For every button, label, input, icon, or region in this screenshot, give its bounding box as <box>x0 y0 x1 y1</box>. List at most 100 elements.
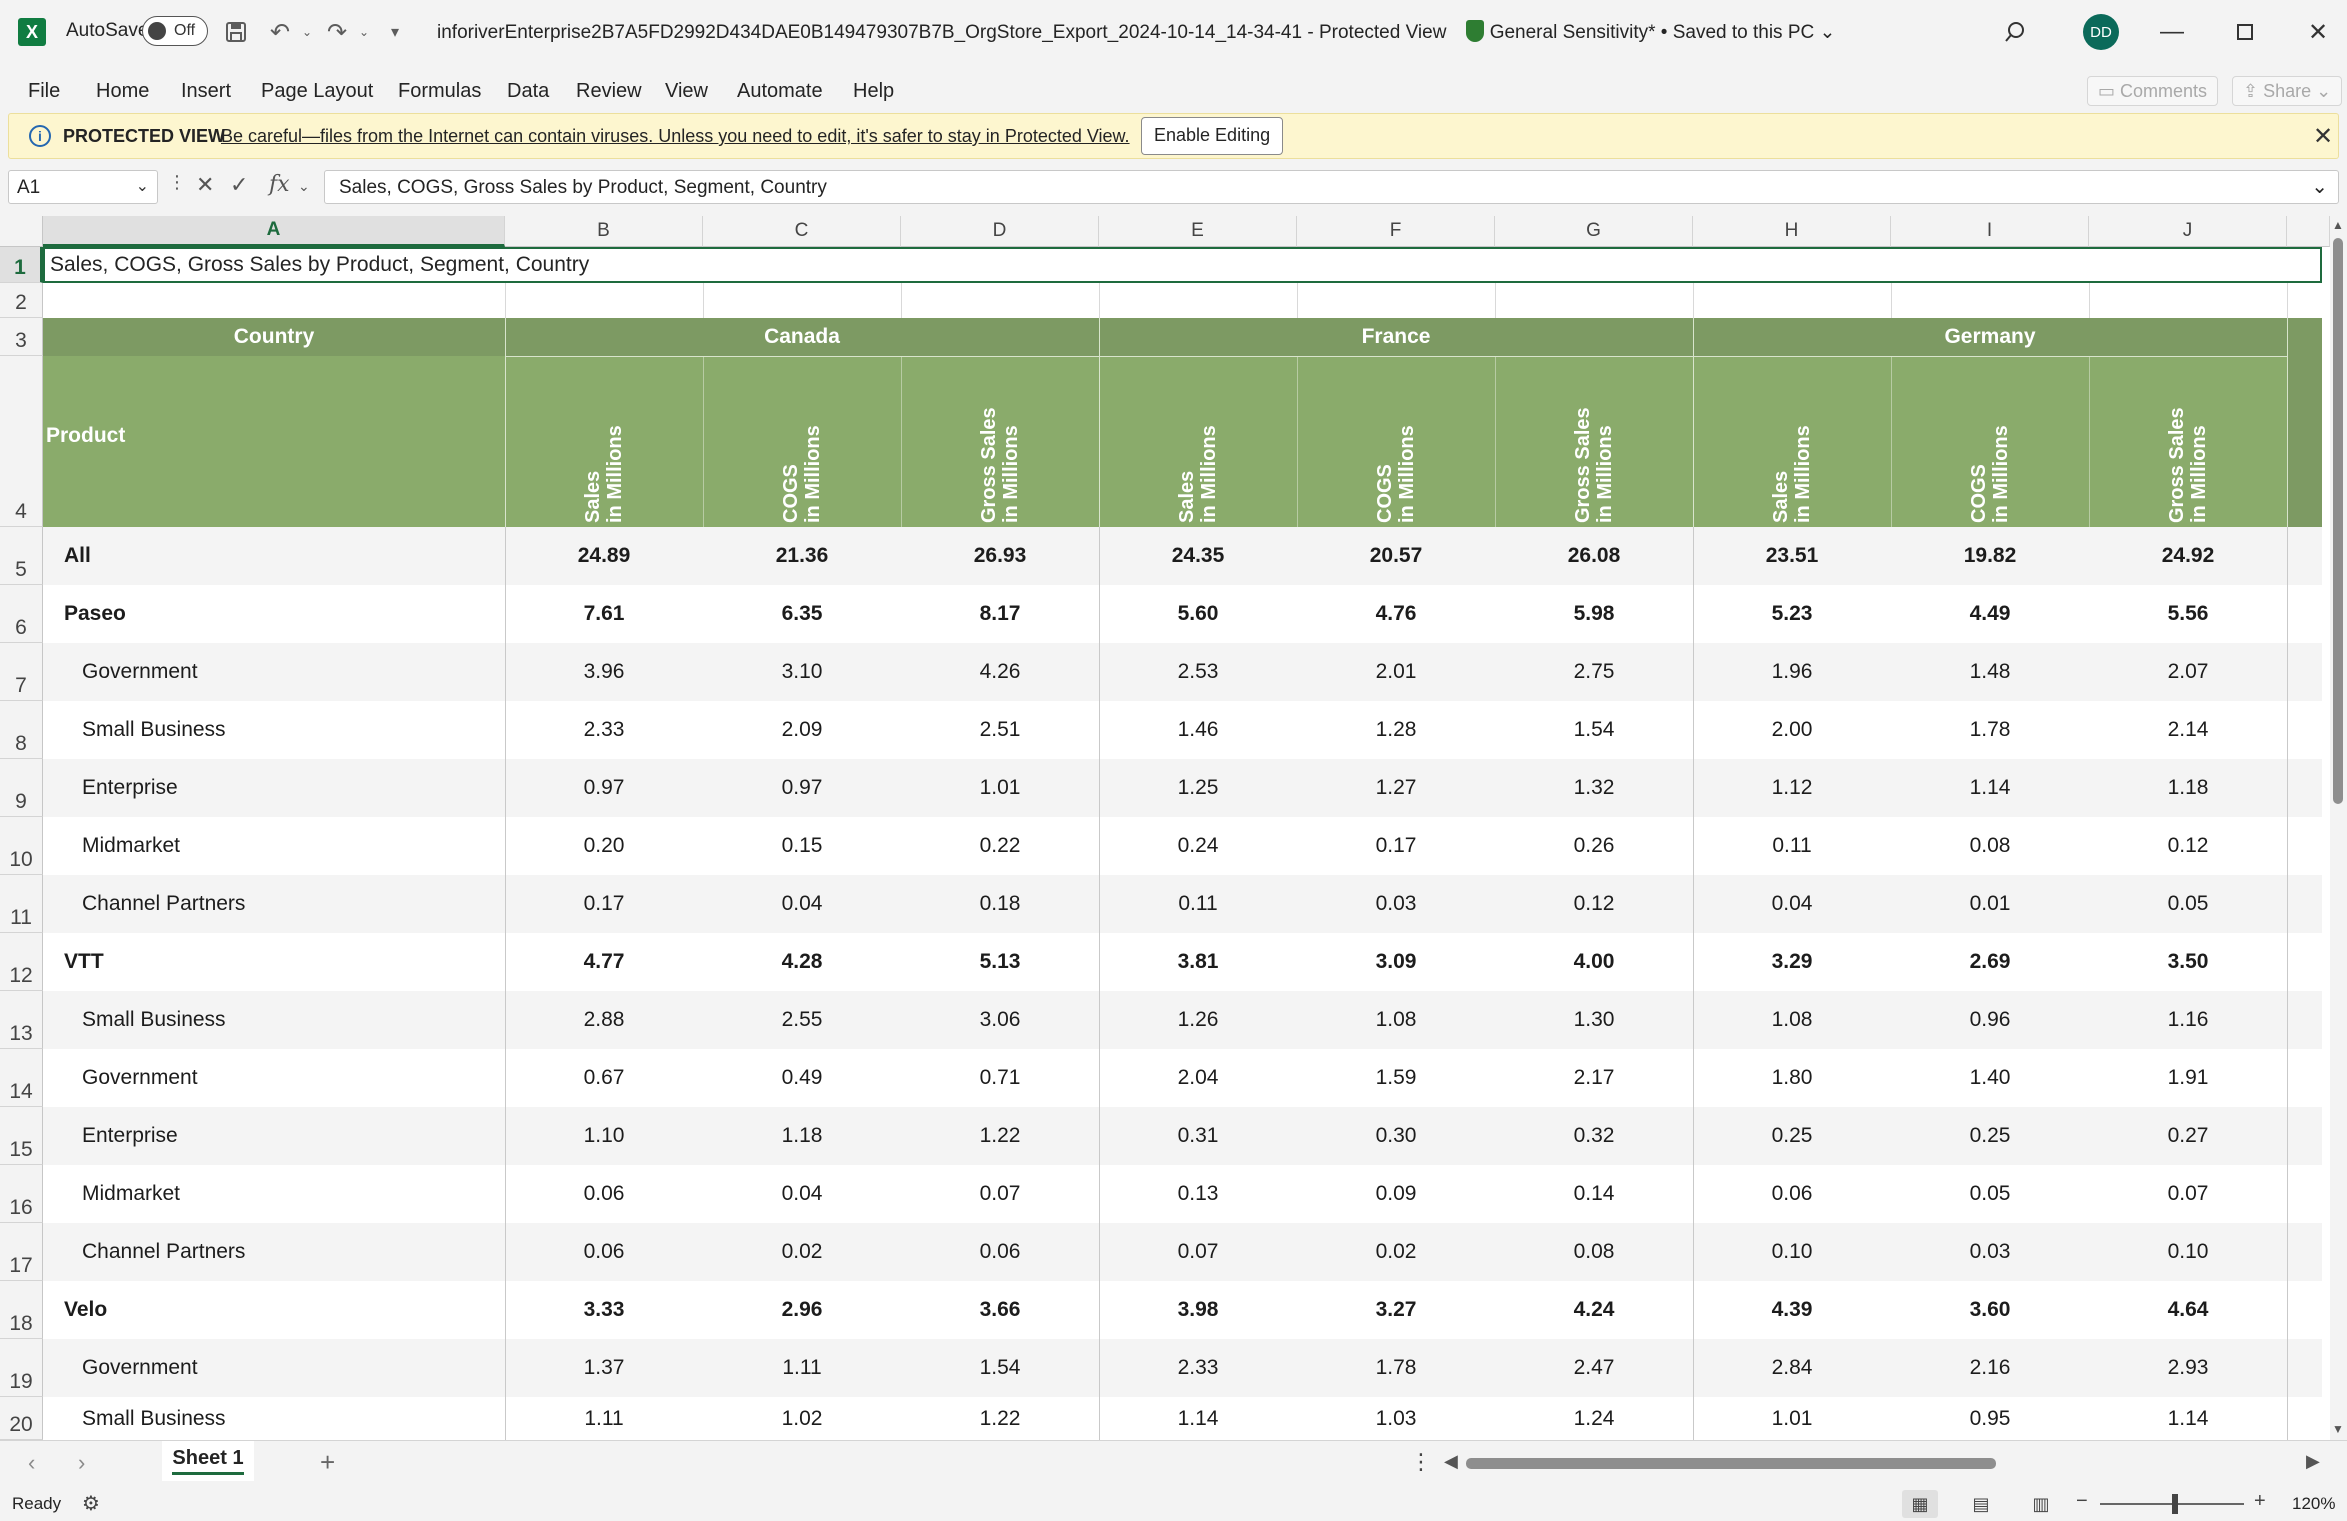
avatar[interactable]: DD <box>2083 14 2119 50</box>
more-icon[interactable]: ⋮ <box>1410 1449 1432 1475</box>
table-cell[interactable]: 0.95 <box>1891 1397 2089 1440</box>
row-header-17[interactable]: 17 <box>0 1223 43 1281</box>
column-header-c[interactable]: C <box>703 216 901 247</box>
scroll-thumb[interactable] <box>1466 1458 1996 1469</box>
row-label[interactable]: Midmarket <box>82 1165 180 1223</box>
row-label[interactable]: VTT <box>64 933 104 991</box>
close-window-icon[interactable]: ✕ <box>2298 14 2338 50</box>
table-cell[interactable]: 5.56 <box>2089 585 2287 643</box>
tab-page-layout[interactable]: Page Layout <box>261 80 373 103</box>
table-cell[interactable]: 0.06 <box>505 1165 703 1223</box>
table-cell[interactable]: 3.06 <box>901 991 1099 1049</box>
table-cell[interactable]: 2.96 <box>703 1281 901 1339</box>
row-label[interactable]: Government <box>82 1049 198 1107</box>
table-cell[interactable]: 1.12 <box>1693 759 1891 817</box>
row-header-2[interactable]: 2 <box>0 283 43 318</box>
column-header-e[interactable]: E <box>1099 216 1297 247</box>
row-header-5[interactable]: 5 <box>0 527 43 585</box>
table-cell[interactable]: 1.14 <box>1099 1397 1297 1440</box>
table-cell[interactable]: 3.60 <box>1891 1281 2089 1339</box>
table-cell[interactable]: 0.06 <box>1693 1165 1891 1223</box>
table-cell[interactable]: 0.04 <box>1693 875 1891 933</box>
share-button[interactable]: ⇪ Share ⌄ <box>2232 76 2343 106</box>
tab-home[interactable]: Home <box>96 80 149 103</box>
table-cell[interactable]: 1.78 <box>1891 701 2089 759</box>
row-header-1[interactable]: 1 <box>0 247 43 283</box>
table-cell[interactable]: 1.32 <box>1495 759 1693 817</box>
table-cell[interactable]: 1.59 <box>1297 1049 1495 1107</box>
table-cell[interactable]: 0.07 <box>901 1165 1099 1223</box>
table-cell[interactable]: 0.24 <box>1099 817 1297 875</box>
name-box[interactable]: A1 ⌄ <box>8 170 158 204</box>
table-cell[interactable]: 1.80 <box>1693 1049 1891 1107</box>
table-cell[interactable]: 0.97 <box>703 759 901 817</box>
tab-data[interactable]: Data <box>507 80 549 103</box>
chevron-down-icon[interactable]: ⌄ <box>298 178 310 195</box>
table-cell[interactable]: 7.61 <box>505 585 703 643</box>
table-cell[interactable]: 1.03 <box>1297 1397 1495 1440</box>
table-cell[interactable]: 3.29 <box>1693 933 1891 991</box>
table-cell[interactable]: 4.24 <box>1495 1281 1693 1339</box>
protected-view-message[interactable]: Be careful—files from the Internet can c… <box>221 126 1130 147</box>
table-cell[interactable]: 2.47 <box>1495 1339 1693 1397</box>
column-header-a[interactable]: A <box>43 216 505 247</box>
row-header-11[interactable]: 11 <box>0 875 43 933</box>
table-cell[interactable]: 2.09 <box>703 701 901 759</box>
table-cell[interactable]: 3.96 <box>505 643 703 701</box>
row-label[interactable]: Enterprise <box>82 759 178 817</box>
table-cell[interactable]: 0.10 <box>2089 1223 2287 1281</box>
table-cell[interactable]: 3.10 <box>703 643 901 701</box>
column-header-b[interactable]: B <box>505 216 703 247</box>
table-cell[interactable]: 2.93 <box>2089 1339 2287 1397</box>
table-cell[interactable]: 1.16 <box>2089 991 2287 1049</box>
table-cell[interactable]: 1.40 <box>1891 1049 2089 1107</box>
table-cell[interactable]: 1.01 <box>1693 1397 1891 1440</box>
table-cell[interactable]: 2.69 <box>1891 933 2089 991</box>
table-cell[interactable]: 1.25 <box>1099 759 1297 817</box>
row-label[interactable]: Channel Partners <box>82 1223 245 1281</box>
expand-formula-icon[interactable]: ⌄ <box>2311 174 2328 199</box>
table-cell[interactable]: 0.49 <box>703 1049 901 1107</box>
table-cell[interactable]: 0.96 <box>1891 991 2089 1049</box>
table-cell[interactable]: 1.11 <box>505 1397 703 1440</box>
enter-icon[interactable]: ✓ <box>230 172 248 198</box>
table-cell[interactable]: 0.11 <box>1693 817 1891 875</box>
table-cell[interactable]: 4.39 <box>1693 1281 1891 1339</box>
table-cell[interactable]: 1.18 <box>2089 759 2287 817</box>
table-cell[interactable]: 1.10 <box>505 1107 703 1165</box>
table-cell[interactable]: 23.51 <box>1693 527 1891 585</box>
table-cell[interactable]: 0.09 <box>1297 1165 1495 1223</box>
table-cell[interactable]: 2.07 <box>2089 643 2287 701</box>
table-cell[interactable]: 20.57 <box>1297 527 1495 585</box>
row-label[interactable]: Small Business <box>82 701 226 759</box>
select-all-corner[interactable] <box>0 216 43 247</box>
tab-automate[interactable]: Automate <box>737 80 823 103</box>
zoom-out-icon[interactable]: − <box>2076 1490 2088 1513</box>
table-cell[interactable]: 2.00 <box>1693 701 1891 759</box>
table-cell[interactable]: 2.14 <box>2089 701 2287 759</box>
table-cell[interactable]: 2.16 <box>1891 1339 2089 1397</box>
save-icon[interactable] <box>221 17 251 47</box>
table-cell[interactable]: 0.71 <box>901 1049 1099 1107</box>
column-header-g[interactable]: G <box>1495 216 1693 247</box>
column-header-f[interactable]: F <box>1297 216 1495 247</box>
table-cell[interactable]: 0.04 <box>703 875 901 933</box>
table-cell[interactable]: 2.04 <box>1099 1049 1297 1107</box>
table-cell[interactable]: 0.08 <box>1495 1223 1693 1281</box>
table-cell[interactable]: 2.84 <box>1693 1339 1891 1397</box>
table-cell[interactable]: 1.48 <box>1891 643 2089 701</box>
table-cell[interactable]: 8.17 <box>901 585 1099 643</box>
column-header-i[interactable]: I <box>1891 216 2089 247</box>
document-title[interactable]: inforiverEnterprise2B7A5FD2992D434DAE0B1… <box>437 20 1835 44</box>
page-break-view-icon[interactable]: ▥ <box>2023 1490 2059 1518</box>
table-cell[interactable]: 0.01 <box>1891 875 2089 933</box>
table-cell[interactable]: 1.78 <box>1297 1339 1495 1397</box>
table-cell[interactable]: 19.82 <box>1891 527 2089 585</box>
spreadsheet-grid[interactable]: A B C D E F G H I J 1 2 3 4 5 6 7 8 9 10 11 12 13 14 15 16 17 18 19 2… <box>0 216 2330 1440</box>
row-label[interactable]: Government <box>82 643 198 701</box>
row-header-14[interactable]: 14 <box>0 1049 43 1107</box>
scroll-down-icon[interactable]: ▼ <box>2332 1422 2344 1436</box>
maximize-icon[interactable] <box>2225 14 2265 50</box>
next-sheet-icon[interactable]: › <box>78 1450 85 1476</box>
table-cell[interactable]: 5.13 <box>901 933 1099 991</box>
